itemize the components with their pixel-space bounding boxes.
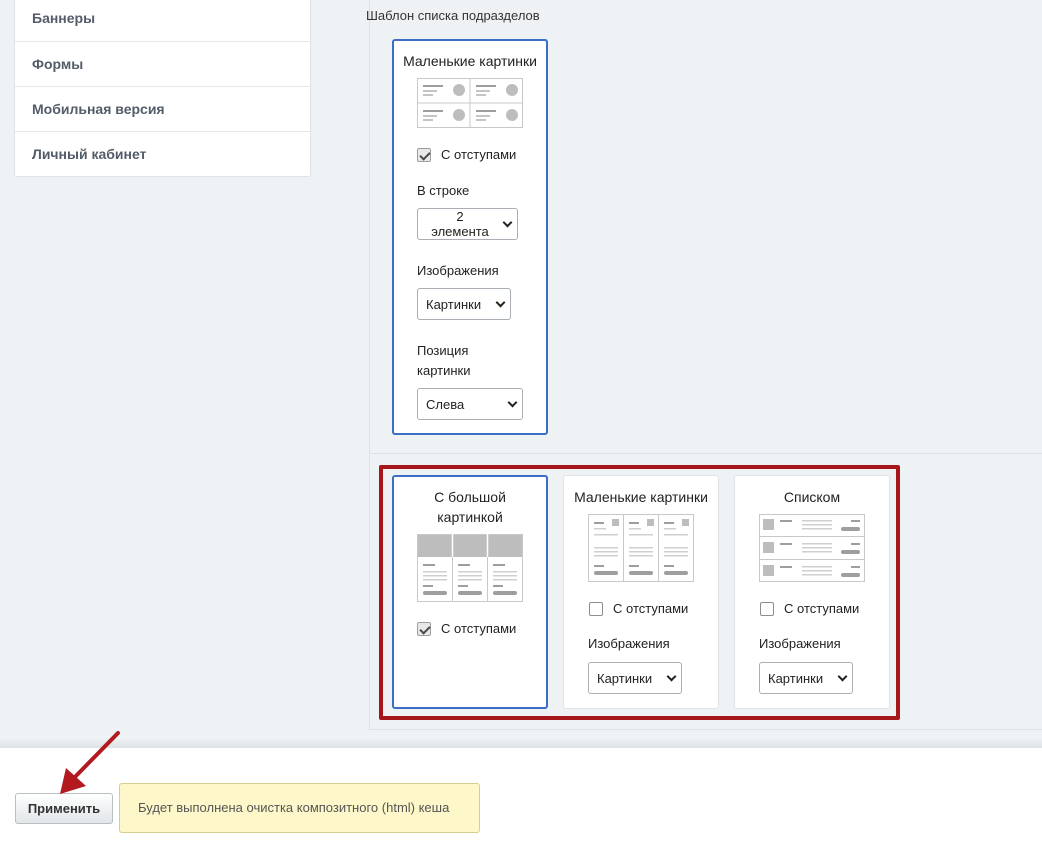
indent-label: С отступами: [441, 621, 517, 636]
indent-option: С отступами: [760, 601, 859, 616]
list-preview-icon: [759, 514, 865, 582]
card-title: С большой картинкой: [434, 489, 506, 525]
indent-label: С отступами: [613, 601, 689, 616]
chevron-down-icon: [502, 217, 513, 227]
subsection-template-label: Шаблон списка подразделов: [366, 8, 540, 23]
list-template-card-big-picture[interactable]: С большой картинкой С отступами: [392, 475, 548, 709]
images-select[interactable]: Картинки: [417, 288, 511, 320]
list-template-card-list[interactable]: Списком С отступами Изображения Картинки: [734, 475, 890, 709]
indent-checkbox[interactable]: [760, 601, 774, 616]
chevron-down-icon: [495, 297, 506, 307]
image-position-label: Позиция картинки: [417, 343, 471, 378]
chevron-down-icon: [837, 671, 848, 681]
images-select[interactable]: Картинки: [588, 662, 682, 694]
sidebar-item-mobile-version[interactable]: Мобильная версия: [15, 86, 310, 131]
per-row-select[interactable]: 2 элемента: [417, 208, 518, 240]
indent-option: С отступами: [589, 601, 688, 616]
images-select[interactable]: Картинки: [759, 662, 853, 694]
indent-label: С отступами: [784, 601, 860, 616]
sidebar-item-banners[interactable]: Баннеры: [15, 0, 310, 41]
cache-notice: Будет выполнена очистка композитного (ht…: [119, 783, 480, 833]
image-position-value: Слева: [426, 396, 465, 412]
card-title: Списком: [783, 489, 841, 505]
indent-label: С отступами: [441, 147, 517, 162]
indent-option: С отступами: [417, 621, 516, 636]
images-value: Картинки: [597, 670, 653, 686]
small-pictures-preview-icon: [588, 514, 694, 582]
indent-checkbox[interactable]: [417, 147, 431, 162]
indent-checkbox[interactable]: [417, 621, 431, 636]
images-label: Изображения: [417, 263, 499, 278]
images-label: Изображения: [759, 636, 841, 651]
indent-option: С отступами: [417, 147, 516, 162]
indent-checkbox[interactable]: [589, 601, 603, 616]
sidebar-item-personal-account[interactable]: Личный кабинет: [15, 131, 310, 176]
images-label: Изображения: [588, 636, 670, 651]
chevron-down-icon: [507, 397, 518, 407]
card-title: Маленькие картинки: [574, 489, 708, 505]
small-pictures-preview-icon: [417, 78, 523, 128]
list-template-card-small-pictures[interactable]: Маленькие картинки С отступами Изображен…: [563, 475, 719, 709]
subsection-template-card[interactable]: Маленькие картинки С отступами В строке …: [392, 39, 548, 435]
chevron-down-icon: [666, 671, 677, 681]
images-value: Картинки: [426, 296, 482, 312]
sidebar-menu: Баннеры Формы Мобильная версия Личный ка…: [14, 0, 311, 177]
image-position-select[interactable]: Слева: [417, 388, 523, 420]
arrow-annotation-icon: [52, 730, 122, 803]
per-row-value: 2 элемента: [431, 209, 489, 239]
per-row-label: В строке: [417, 183, 470, 198]
big-picture-preview-icon: [417, 534, 523, 602]
images-value: Картинки: [768, 670, 824, 686]
sidebar-item-forms[interactable]: Формы: [15, 41, 310, 86]
card-title: Маленькие картинки: [403, 53, 537, 69]
